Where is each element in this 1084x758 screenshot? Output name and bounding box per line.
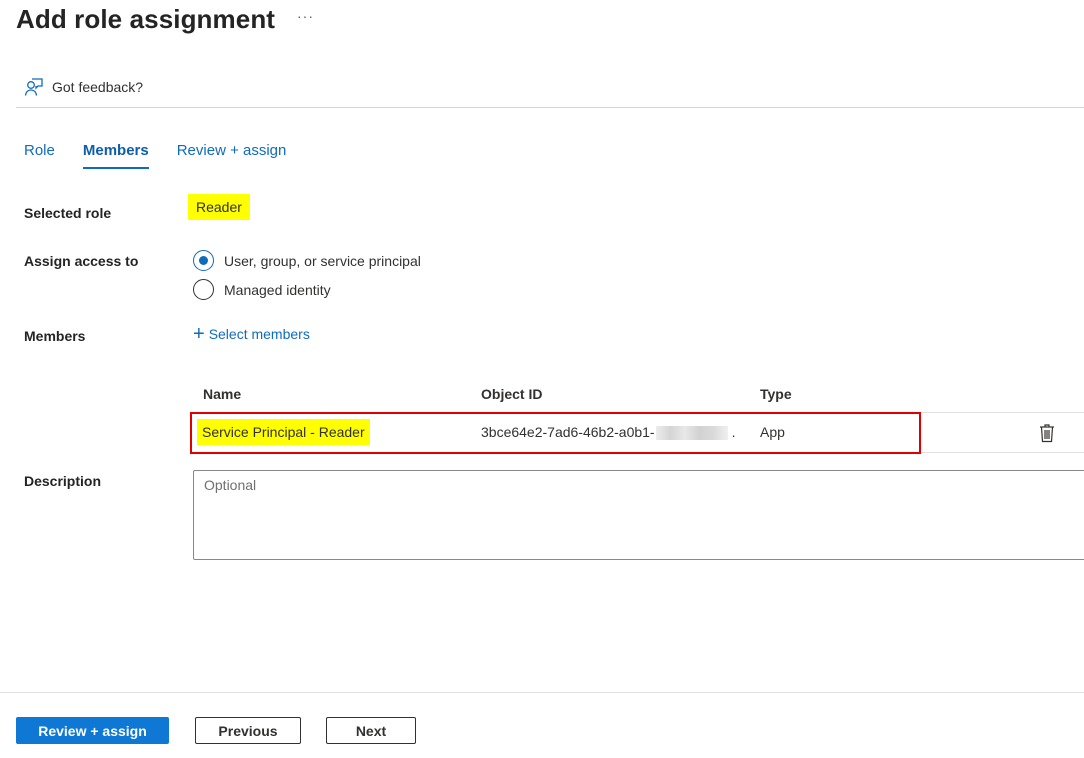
review-assign-button[interactable]: Review + assign xyxy=(16,717,169,744)
members-table: Name Object ID Type Service Principal - … xyxy=(190,378,1084,454)
previous-button[interactable]: Previous xyxy=(195,717,301,744)
member-type: App xyxy=(760,424,785,440)
selected-role-label: Selected role xyxy=(24,205,112,221)
description-input[interactable] xyxy=(193,470,1084,560)
column-header-object-id: Object ID xyxy=(481,386,543,402)
tab-members[interactable]: Members xyxy=(82,142,149,169)
more-options-button[interactable]: ··· xyxy=(297,8,314,24)
feedback-button[interactable]: Got feedback? xyxy=(24,77,143,97)
member-name-text: Service Principal - Reader xyxy=(197,419,370,445)
header-divider xyxy=(16,107,1084,108)
members-label: Members xyxy=(24,328,86,344)
column-header-name: Name xyxy=(203,386,242,402)
trash-icon[interactable] xyxy=(1039,423,1055,443)
radio-button-checked[interactable] xyxy=(193,250,214,271)
table-header-row: Name Object ID Type xyxy=(193,378,1084,413)
plus-icon: + xyxy=(193,323,205,345)
description-label: Description xyxy=(24,473,102,489)
selected-role-value: Reader xyxy=(188,194,250,220)
radio-managed-identity[interactable]: Managed identity xyxy=(193,279,331,300)
page-title: Add role assignment xyxy=(16,4,276,34)
column-header-type: Type xyxy=(760,386,792,402)
assign-access-label: Assign access to xyxy=(24,253,139,269)
redacted-block xyxy=(655,426,728,441)
next-button[interactable]: Next xyxy=(326,717,416,744)
radio-button-unchecked[interactable] xyxy=(193,279,214,300)
member-name: Service Principal - Reader xyxy=(197,419,370,445)
footer-divider xyxy=(0,692,1084,693)
tab-role[interactable]: Role xyxy=(24,142,55,167)
table-row: Service Principal - Reader 3bce64e2-7ad6… xyxy=(190,412,1084,454)
object-id-text: 3bce64e2-7ad6-46b2-a0b1- xyxy=(481,424,655,440)
radio-label: Managed identity xyxy=(224,281,331,298)
radio-label: User, group, or service principal xyxy=(224,252,421,269)
feedback-label: Got feedback? xyxy=(52,79,144,95)
radio-user-group-sp[interactable]: User, group, or service principal xyxy=(193,250,421,271)
select-members-link[interactable]: + Select members xyxy=(193,323,310,345)
selected-role-text: Reader xyxy=(188,194,250,220)
member-object-id: 3bce64e2-7ad6-46b2-a0b1-. xyxy=(481,424,736,441)
feedback-person-icon xyxy=(24,78,43,96)
select-members-label: Select members xyxy=(208,326,310,342)
tab-review-assign[interactable]: Review + assign xyxy=(177,142,287,167)
wizard-tabs: Role Members Review + assign xyxy=(24,142,314,169)
object-id-suffix: . xyxy=(731,424,736,440)
